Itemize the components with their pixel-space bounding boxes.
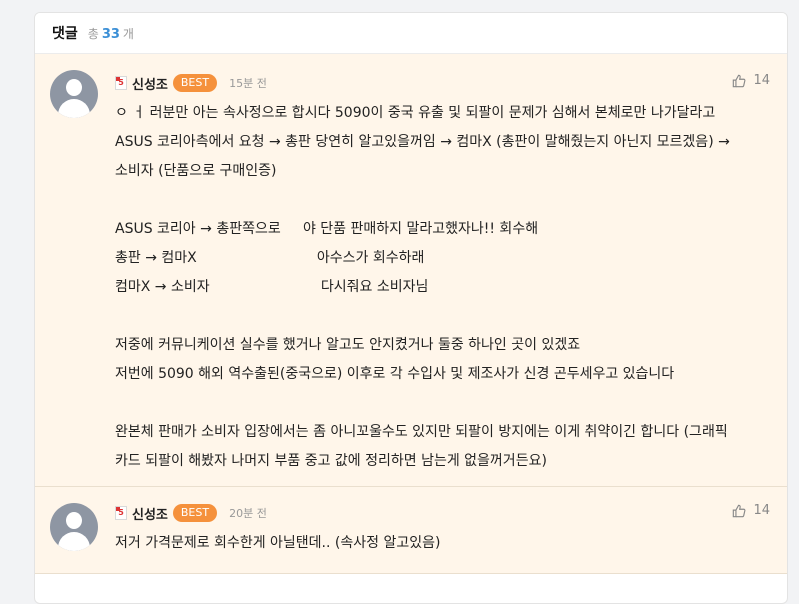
comment-blank-line: [115, 389, 775, 418]
avatar-body: [58, 99, 90, 118]
comment-count: 총 33 개: [88, 25, 134, 42]
avatar-head: [66, 512, 82, 529]
count-suffix: 개: [122, 26, 134, 41]
comment-blank-line: [115, 302, 775, 331]
comment-line: ㅇ ㅓ 러분만 아는 속사정으로 합시다 5090이 중국 유출 및 되팔이 문…: [115, 105, 716, 121]
avatar[interactable]: [50, 503, 98, 551]
best-badge: BEST: [172, 504, 218, 522]
comment-line: 저거 가격문제로 회수한게 아닐탠데.. (속사정 알고있음): [115, 535, 441, 551]
comment-item: 5 신성조 BEST 20분 전 14 저거 가격문제로 회수한게 아닐탠데..…: [35, 487, 787, 574]
comment-body: ㅇ ㅓ 러분만 아는 속사정으로 합시다 5090이 중국 유출 및 되팔이 문…: [115, 99, 775, 476]
comment-line: 소비자 (단품으로 구매인증): [115, 163, 277, 179]
like-button[interactable]: 14: [732, 73, 770, 88]
like-count: 14: [753, 73, 770, 88]
like-button[interactable]: 14: [732, 503, 770, 518]
avatar-body: [58, 532, 90, 551]
like-count: 14: [753, 503, 770, 518]
author-name[interactable]: 신성조: [132, 504, 168, 523]
comment-line: 저번에 5090 해외 역수출된(중국으로) 이후로 각 수입사 및 제조사가 …: [115, 366, 675, 382]
comment-blank-line: [115, 186, 775, 215]
best-badge: BEST: [172, 74, 218, 92]
comment-line: 완본체 판매가 소비자 입장에서는 좀 아니꼬울수도 있지만 되팔이 방지에는 …: [115, 424, 728, 440]
comment-line: 카드 되팔이 해봤자 나머지 부품 중고 값에 정리하면 남는게 없을꺼거든요): [115, 453, 547, 469]
comment-item: 5 신성조 BEST 15분 전 14 ㅇ ㅓ 러분만 아는 속사정으로 합시다…: [35, 54, 787, 487]
comment-line: 총판 → 컴마X 아수스가 회수하래: [115, 250, 425, 266]
comment-body: 저거 가격문제로 회수한게 아닐탠데.. (속사정 알고있음): [115, 529, 775, 558]
comment-line: 저중에 커뮤니케이션 실수를 했거나 알고도 안지켰거나 둘중 하나인 곳이 있…: [115, 337, 581, 353]
count-prefix: 총: [87, 26, 99, 41]
comments-header: 댓글 총 33 개: [35, 13, 787, 54]
thumbs-up-icon: [733, 74, 746, 87]
comments-panel: 댓글 총 33 개 5 신성조 BEST 15분 전 14 ㅇ ㅓ 러분만 아는 속…: [34, 12, 788, 604]
comment-line: 컴마X → 소비자 다시줘요 소비자님: [115, 279, 429, 295]
comment-meta: 5 신성조 BEST 20분 전: [115, 503, 267, 523]
comments-title: 댓글: [52, 26, 78, 42]
comment-time: 15분 전: [229, 77, 267, 90]
count-number: 33: [101, 26, 120, 42]
avatar[interactable]: [50, 70, 98, 118]
level-badge-icon: 5: [115, 76, 127, 90]
comment-meta: 5 신성조 BEST 15분 전: [115, 73, 267, 93]
thumbs-up-icon: [733, 504, 746, 517]
level-badge-icon: 5: [115, 506, 127, 520]
avatar-head: [66, 79, 82, 96]
comment-time: 20분 전: [229, 507, 267, 520]
comment-line: ASUS 코리아측에서 요청 → 총판 당연히 알고있을꺼임 → 컴마X (총판…: [115, 134, 730, 150]
author-name[interactable]: 신성조: [132, 74, 168, 93]
comment-line: ASUS 코리아 → 총판쪽으로 야 단품 판매하지 말라고했자나!! 회수해: [115, 221, 539, 237]
